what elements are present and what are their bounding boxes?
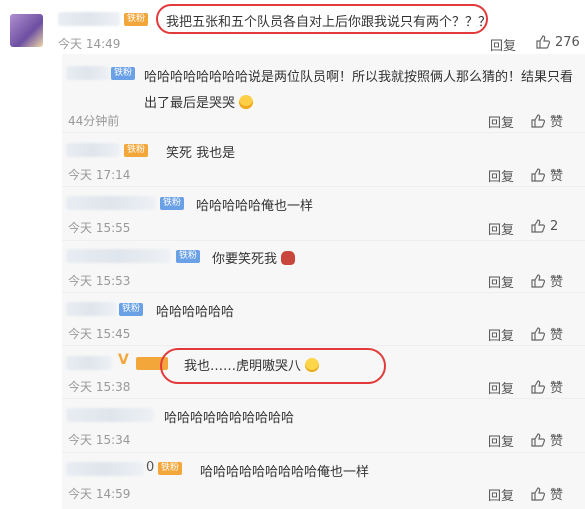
thumb-up-icon (531, 113, 546, 128)
reply-time: 今天 14:59 (68, 487, 131, 501)
like-button[interactable]: 赞 (530, 377, 563, 396)
username-blurred[interactable] (66, 302, 116, 316)
reply-text: 哈哈哈哈哈俺也一样 (196, 199, 314, 214)
thumb-up-icon (531, 486, 546, 501)
username-blurred[interactable] (58, 12, 120, 26)
verified-badge: V (118, 352, 129, 368)
reply-button[interactable]: 回复 (490, 35, 516, 54)
fan-badge: 铁粉 (158, 462, 183, 475)
reply-time: 44分钟前 (68, 114, 120, 128)
reply-time: 今天 15:38 (68, 380, 131, 394)
laughing-emoji-icon (239, 95, 254, 109)
comment-time: 今天 14:49 (58, 37, 121, 51)
fan-badge: 铁粉 (111, 67, 136, 80)
like-count: 276 (555, 34, 580, 50)
reply-time: 今天 15:55 (68, 221, 131, 235)
reply-text: 哈哈哈哈哈哈哈哈哈哈 (164, 411, 295, 426)
reply-button[interactable]: 回复 (488, 112, 514, 131)
highlight-oval (160, 348, 386, 384)
username-blurred[interactable] (66, 408, 154, 422)
fan-badge: 铁粉 (160, 197, 185, 210)
like-button[interactable]: 赞 (530, 271, 563, 290)
thumb-up-icon (531, 167, 546, 182)
like-button[interactable]: 赞 (530, 484, 563, 503)
thumb-up-icon (531, 432, 546, 447)
username-suffix: 0 (146, 460, 155, 475)
divider (62, 452, 585, 453)
avatar[interactable] (10, 14, 43, 47)
reply-time: 今天 15:53 (68, 274, 131, 288)
like-button[interactable]: 赞 (530, 324, 563, 343)
divider (62, 240, 585, 241)
like-button[interactable]: 赞 (530, 165, 563, 184)
fan-badge: 铁粉 (176, 250, 201, 263)
username-blurred[interactable] (66, 196, 156, 210)
like-button[interactable]: 2 (530, 218, 558, 234)
thumb-up-icon (531, 219, 546, 233)
like-button[interactable]: 276 (535, 34, 580, 50)
highlight-oval (156, 4, 488, 34)
reply-button[interactable]: 回复 (488, 378, 514, 397)
reply-text: 你要笑死我 (212, 248, 296, 267)
username-blurred[interactable] (66, 356, 112, 370)
reply-button[interactable]: 回复 (488, 166, 514, 185)
divider (62, 186, 585, 187)
thumb-up-icon (531, 326, 546, 341)
thumb-up-icon (531, 379, 546, 394)
fan-badge: 铁粉 (124, 13, 149, 26)
thumb-up-icon (536, 35, 551, 49)
reply-time: 今天 15:34 (68, 433, 131, 447)
reply-text: 笑死 我也是 (166, 146, 236, 161)
like-button[interactable]: 赞 (530, 430, 563, 449)
reply-button[interactable]: 回复 (488, 325, 514, 344)
reply-text: 哈哈哈哈哈哈 (156, 305, 235, 320)
reply-button[interactable]: 回复 (488, 485, 514, 504)
reply-button[interactable]: 回复 (488, 272, 514, 291)
divider (62, 398, 585, 399)
like-button[interactable]: 赞 (530, 111, 563, 130)
username-blurred[interactable] (66, 143, 120, 157)
username-blurred[interactable] (66, 66, 110, 80)
divider (62, 292, 585, 293)
divider (62, 345, 585, 346)
reply-button[interactable]: 回复 (488, 431, 514, 450)
crying-emoji-icon (281, 251, 296, 265)
reply-time: 今天 15:45 (68, 327, 131, 341)
username-blurred[interactable] (66, 249, 170, 263)
fan-badge: 铁粉 (124, 144, 149, 157)
username-blurred[interactable] (66, 462, 144, 476)
reply-button[interactable]: 回复 (488, 219, 514, 238)
fan-badge: 铁粉 (119, 303, 144, 316)
reply-time: 今天 17:14 (68, 168, 131, 182)
thumb-up-icon (531, 273, 546, 288)
reply-text: 哈哈哈哈哈哈哈哈哈俺也一样 (200, 465, 370, 480)
reply-text: 哈哈哈哈哈哈哈哈说是两位队员啊！所以我就按照俩人那么猜的！结果只看出了最后是哭哭 (144, 70, 574, 111)
divider (62, 132, 585, 133)
